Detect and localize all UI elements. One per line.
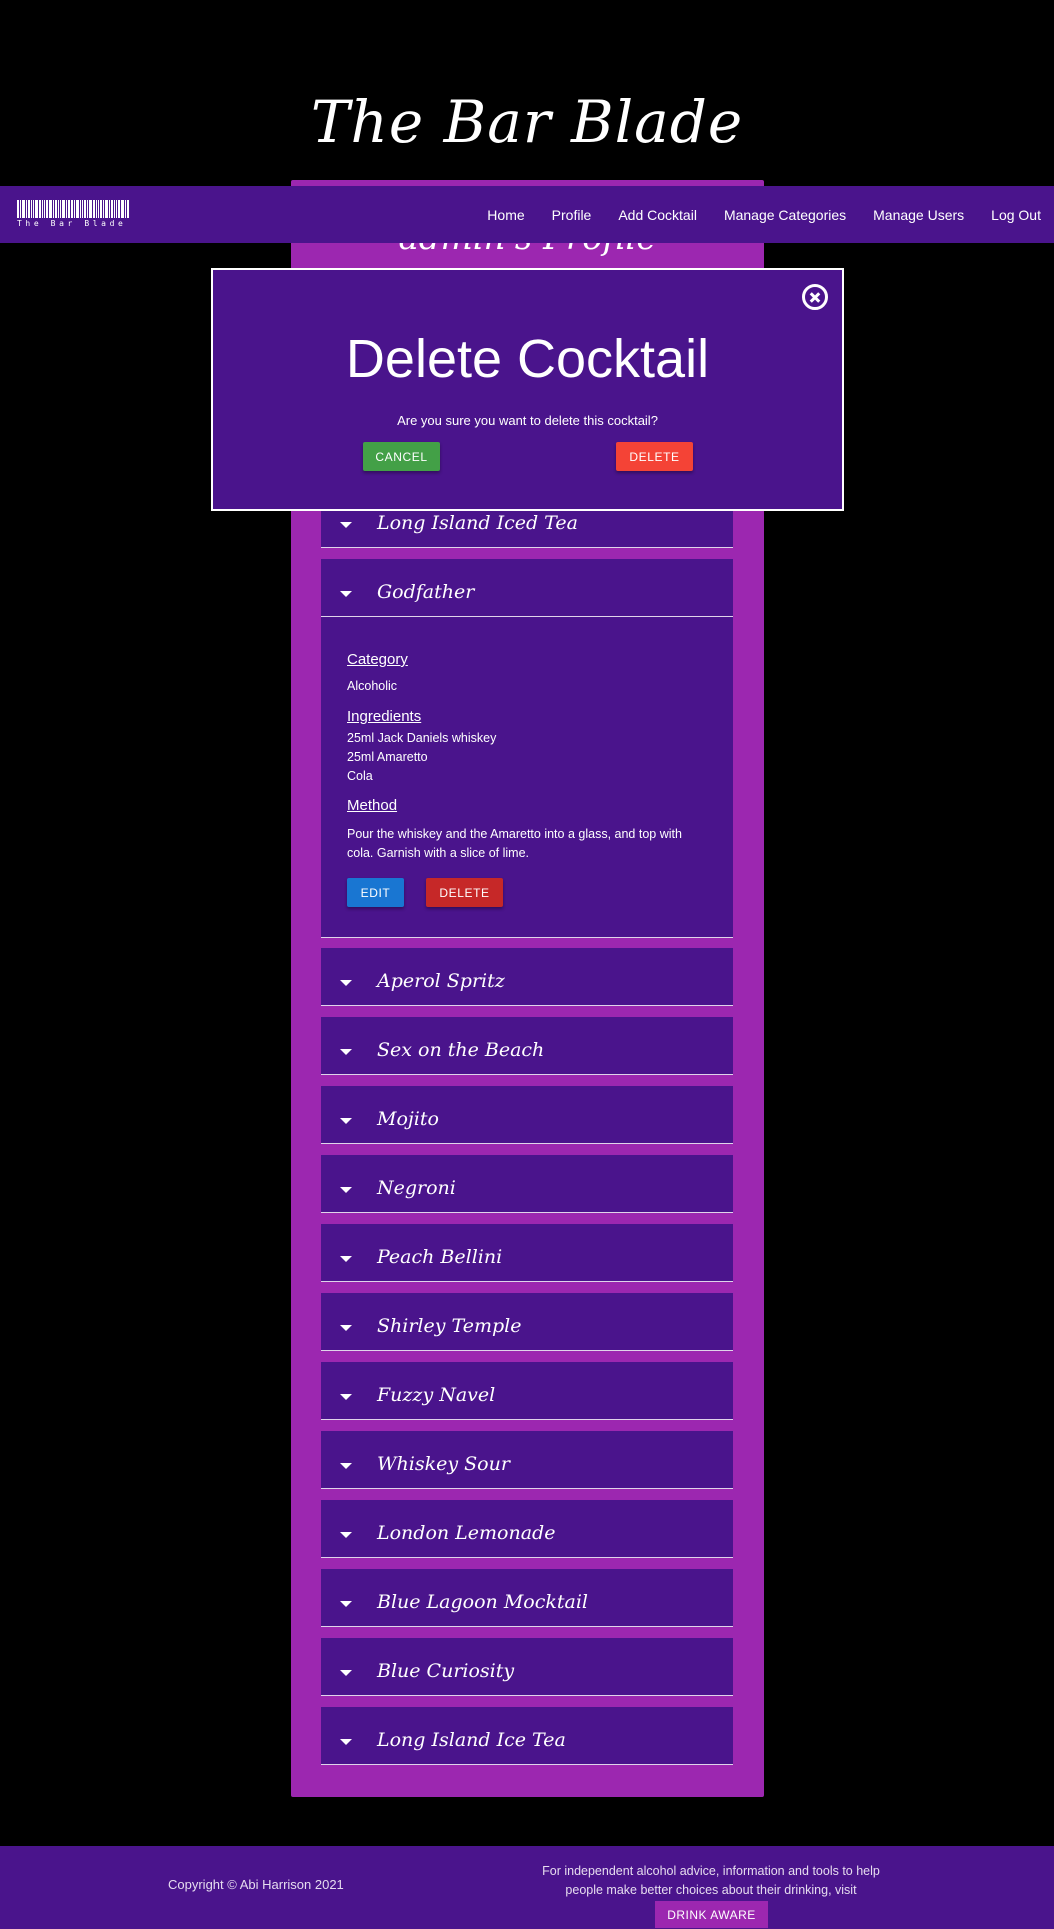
caret-down-icon [340,1463,352,1469]
caret-down-icon [340,1532,352,1538]
caret-down-icon [340,1256,352,1262]
ingredient-item: Cola [347,769,373,783]
caret-down-icon [340,1325,352,1331]
edit-button[interactable]: EDIT [347,878,404,907]
caret-down-icon [340,1739,352,1745]
ingredient-item: 25ml Jack Daniels whiskey [347,731,497,745]
ingredients-list: 25ml Jack Daniels whiskey 25ml Amaretto … [347,729,707,786]
cocktail-name: Long Island Ice Tea [377,1729,566,1751]
caret-down-icon [340,980,352,986]
delete-modal: Delete Cocktail Are you sure you want to… [211,268,844,511]
cocktail-item[interactable]: Sex on the Beach [321,1017,733,1075]
close-circle-icon[interactable] [802,284,828,310]
nav-add-cocktail[interactable]: Add Cocktail [618,207,697,223]
cocktail-name: Fuzzy Navel [377,1384,496,1406]
method-heading: Method [347,797,398,814]
cocktail-item[interactable]: London Lemonade [321,1500,733,1558]
cocktail-name: Shirley Temple [377,1315,522,1337]
cocktail-item[interactable]: Shirley Temple [321,1293,733,1351]
cocktail-item[interactable]: Blue Curiosity [321,1638,733,1696]
cocktail-name: London Lemonade [377,1522,556,1544]
cocktail-item-header[interactable]: Sex on the Beach [321,1017,733,1074]
cocktail-item-header[interactable]: Whiskey Sour [321,1431,733,1488]
nav-manage-users[interactable]: Manage Users [873,207,964,223]
cocktail-details: Category Alcoholic Ingredients 25ml Jack… [321,617,733,937]
cocktail-item[interactable]: Mojito [321,1086,733,1144]
cocktail-name: Blue Curiosity [377,1660,515,1682]
caret-down-icon [340,1394,352,1400]
nav-log-out[interactable]: Log Out [991,207,1041,223]
cocktail-item-expanded[interactable]: Godfather Category Alcoholic Ingredients… [321,559,733,938]
cocktail-name: Aperol Spritz [377,970,505,992]
caret-down-icon [340,1049,352,1055]
nav-links: Home Profile Add Cocktail Manage Categor… [460,186,1041,243]
cocktail-name: Sex on the Beach [377,1039,545,1061]
cocktail-item[interactable]: Blue Lagoon Mocktail [321,1569,733,1627]
modal-title: Delete Cocktail [345,329,710,389]
nav-home[interactable]: Home [487,207,524,223]
cocktail-item[interactable]: Peach Bellini [321,1224,733,1282]
cocktail-name: Godfather [377,581,475,603]
cocktail-item-header[interactable]: Fuzzy Navel [321,1362,733,1419]
cancel-button[interactable]: CANCEL [363,442,440,471]
cocktail-item-header[interactable]: Long Island Ice Tea [321,1707,733,1764]
caret-down-icon [340,1670,352,1676]
barcode-icon [17,200,133,218]
item-actions: EDIT DELETE [347,878,707,907]
ingredient-item: 25ml Amaretto [347,750,428,764]
cocktail-item-header[interactable]: Peach Bellini [321,1224,733,1281]
cocktail-item[interactable]: Whiskey Sour [321,1431,733,1489]
cocktail-item-header[interactable]: Mojito [321,1086,733,1143]
caret-down-icon [340,1118,352,1124]
cocktail-item-header[interactable]: Godfather [321,559,733,617]
cocktail-item-header[interactable]: Shirley Temple [321,1293,733,1350]
nav-profile[interactable]: Profile [552,207,592,223]
cocktail-name: Negroni [377,1177,456,1199]
category-heading: Category [347,651,408,668]
cocktail-item[interactable]: Long Island Ice Tea [321,1707,733,1765]
caret-down-icon [340,522,352,528]
caret-down-icon [340,591,352,597]
site-title: The Bar Blade [310,88,744,156]
category-value: Alcoholic [347,679,398,693]
copyright-text: Copyright © Abi Harrison 2021 [168,1877,344,1892]
cocktail-item-header[interactable]: Negroni [321,1155,733,1212]
cocktail-name: Long Island Iced Tea [377,512,578,534]
cocktail-name: Peach Bellini [377,1246,503,1268]
footer: Copyright © Abi Harrison 2021 For indepe… [0,1846,1054,1929]
confirm-delete-button[interactable]: DELETE [616,442,693,471]
logo[interactable]: The Bar Blade [17,200,133,230]
nav-manage-categories[interactable]: Manage Categories [724,207,846,223]
drink-aware-button[interactable]: DRINK AWARE [655,1901,768,1928]
logo-text: The Bar Blade [17,219,127,228]
cocktail-item[interactable]: Negroni [321,1155,733,1213]
cocktail-name: Mojito [377,1108,439,1130]
cocktail-item-header[interactable]: Blue Lagoon Mocktail [321,1569,733,1626]
cocktail-item-header[interactable]: Blue Curiosity [321,1638,733,1695]
cocktail-item[interactable]: Aperol Spritz [321,948,733,1006]
delete-button[interactable]: DELETE [426,878,503,907]
advice-text: For independent alcohol advice, informat… [542,1864,880,1897]
navbar: The Bar Blade Home Profile Add Cocktail … [0,186,1054,243]
cocktail-name: Blue Lagoon Mocktail [377,1591,588,1613]
caret-down-icon [340,1601,352,1607]
modal-text: Are you sure you want to delete this coc… [397,413,658,428]
cocktail-item-header[interactable]: Aperol Spritz [321,948,733,1005]
cocktail-item-header[interactable]: London Lemonade [321,1500,733,1557]
ingredients-heading: Ingredients [347,708,422,725]
method-text: Pour the whiskey and the Amaretto into a… [347,827,682,860]
cocktail-name: Whiskey Sour [377,1453,510,1475]
caret-down-icon [340,1187,352,1193]
cocktail-item[interactable]: Fuzzy Navel [321,1362,733,1420]
